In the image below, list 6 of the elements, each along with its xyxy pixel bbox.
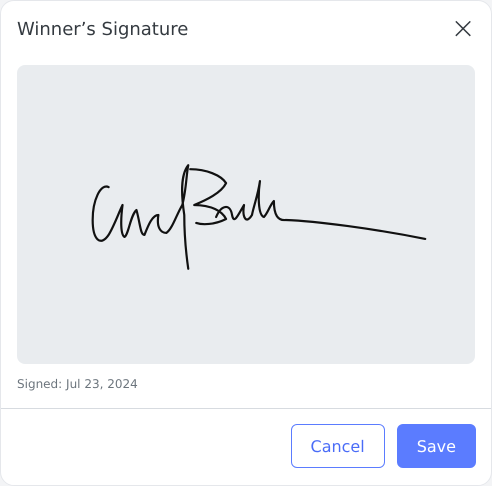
signed-date: Signed: Jul 23, 2024	[17, 377, 138, 391]
signature-pad[interactable]	[17, 65, 475, 364]
close-button[interactable]: ×	[451, 17, 475, 41]
cancel-button[interactable]: Cancel	[290, 424, 385, 468]
save-button[interactable]: Save	[396, 424, 476, 468]
dialog-title: Winner’s Signature	[17, 18, 188, 40]
